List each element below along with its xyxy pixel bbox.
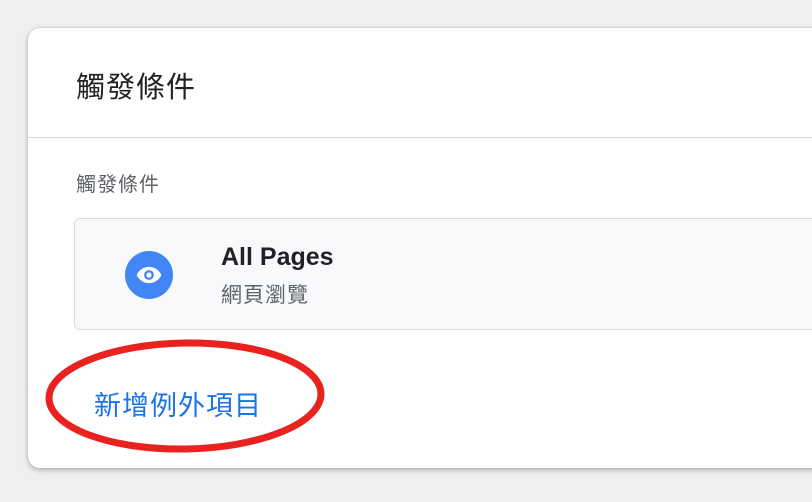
card-title: 觸發條件 <box>76 72 197 104</box>
card-header: 觸發條件 <box>28 28 812 138</box>
add-exception-link[interactable]: 新增例外項目 <box>94 384 262 423</box>
trigger-type: 網頁瀏覽 <box>221 284 309 307</box>
triggering-section-label: 觸發條件 <box>76 174 160 196</box>
trigger-name: All Pages <box>221 243 334 271</box>
triggering-card: 觸發條件 觸發條件 All Pages 網頁瀏覽 新增例外項目 <box>28 28 812 468</box>
trigger-item-all-pages[interactable]: All Pages 網頁瀏覽 <box>74 218 812 330</box>
eye-icon <box>125 251 173 299</box>
